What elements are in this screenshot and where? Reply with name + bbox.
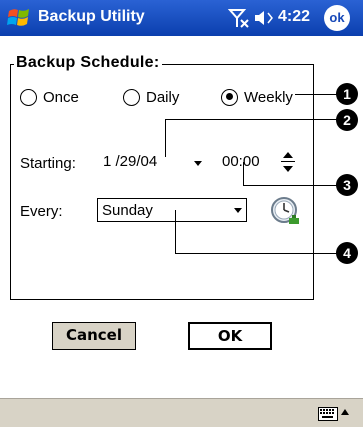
callout-4: 4 bbox=[336, 242, 358, 264]
cancel-button[interactable]: Cancel bbox=[52, 322, 136, 350]
clock-text[interactable]: 4:22 bbox=[278, 8, 310, 26]
callout-line bbox=[165, 119, 166, 157]
radio-once[interactable]: Once bbox=[20, 86, 79, 108]
start-date-picker[interactable]: 1 /29/04 bbox=[103, 153, 157, 170]
backup-schedule-title: Backup Schedule: bbox=[14, 54, 162, 72]
radio-label: Weekly bbox=[244, 88, 293, 106]
radio-daily[interactable]: Daily bbox=[123, 86, 179, 108]
up-arrow-icon[interactable] bbox=[341, 409, 349, 415]
callout-2: 2 bbox=[336, 109, 358, 131]
callout-line bbox=[165, 119, 341, 120]
title-bar: Backup Utility 4:22 ok bbox=[0, 0, 363, 36]
radio-circle[interactable] bbox=[123, 88, 140, 106]
callout-line bbox=[295, 94, 340, 95]
no-signal-icon[interactable] bbox=[228, 7, 250, 29]
starting-label: Starting: bbox=[20, 155, 76, 172]
callout-1: 1 bbox=[336, 83, 358, 105]
clock-icon[interactable] bbox=[268, 194, 302, 228]
radio-label: Once bbox=[43, 88, 79, 106]
callout-line bbox=[175, 210, 176, 253]
callout-line bbox=[175, 253, 341, 254]
time-spinner[interactable] bbox=[280, 150, 296, 174]
title-ok-button[interactable]: ok bbox=[324, 5, 350, 31]
menu-bar bbox=[0, 398, 363, 427]
windows-flag-icon[interactable] bbox=[6, 5, 32, 31]
chevron-down-icon[interactable] bbox=[234, 208, 242, 213]
radio-weekly[interactable]: Weekly bbox=[221, 86, 293, 108]
every-day-value: Sunday bbox=[102, 202, 153, 219]
every-day-select[interactable]: Sunday bbox=[97, 198, 247, 222]
ok-button[interactable]: OK bbox=[188, 322, 272, 350]
keyboard-icon[interactable] bbox=[318, 407, 338, 421]
radio-circle[interactable] bbox=[20, 88, 37, 106]
start-time-field[interactable]: 00:00 bbox=[222, 153, 260, 170]
radio-selected-dot bbox=[225, 93, 233, 100]
callout-line bbox=[243, 185, 341, 186]
callout-3: 3 bbox=[336, 174, 358, 196]
spin-up-icon[interactable] bbox=[283, 152, 293, 158]
spin-down-icon[interactable] bbox=[283, 166, 293, 172]
app-title: Backup Utility bbox=[38, 8, 145, 25]
volume-icon[interactable] bbox=[253, 9, 275, 27]
every-label: Every: bbox=[20, 203, 63, 220]
radio-circle[interactable] bbox=[221, 88, 238, 106]
radio-label: Daily bbox=[146, 88, 180, 106]
callout-line bbox=[243, 162, 244, 185]
date-dropdown-icon[interactable] bbox=[194, 161, 202, 166]
